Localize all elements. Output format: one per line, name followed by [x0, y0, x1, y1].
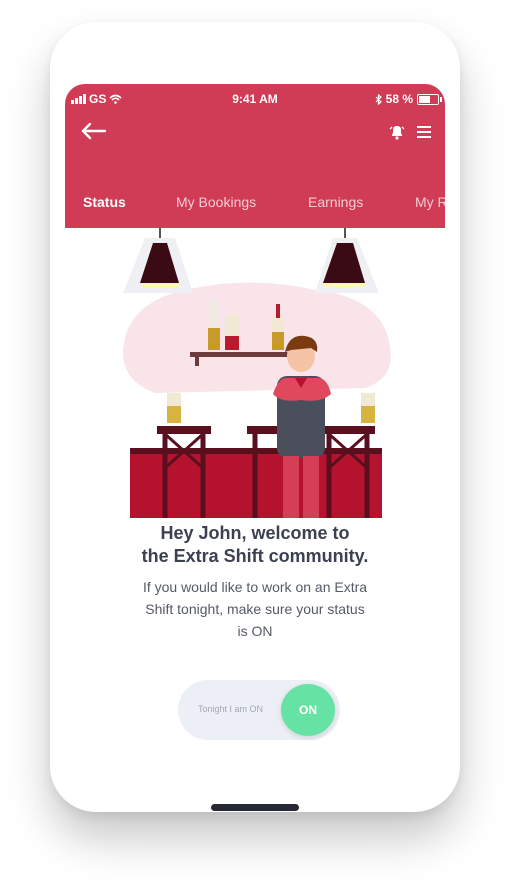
tab-status[interactable]: Status — [83, 194, 126, 210]
heading-line-2: the Extra Shift community. — [141, 546, 369, 566]
status-toggle[interactable]: Tonight I am ON ON — [178, 680, 340, 740]
tab-earnings[interactable]: Earnings — [308, 194, 363, 210]
welcome-body: If you would like to work on an Extra Sh… — [105, 576, 405, 642]
back-arrow-icon[interactable] — [79, 120, 107, 142]
toggle-label: Tonight I am ON — [198, 704, 264, 714]
bluetooth-icon — [375, 93, 382, 105]
app-header: GS 9:41 AM 58 % Status My Bookings Earni… — [65, 84, 445, 228]
body-line-1: If you would like to work on an Extra — [142, 579, 368, 595]
heading-line-1: Hey John, welcome to — [160, 523, 350, 543]
bell-icon[interactable] — [389, 124, 405, 140]
battery-icon — [417, 93, 442, 105]
body-line-3: is ON — [237, 623, 273, 639]
tab-my-r[interactable]: My R — [415, 194, 445, 210]
phone-frame: GS 9:41 AM 58 % Status My Bookings Earni… — [50, 22, 460, 812]
home-indicator[interactable] — [211, 804, 299, 811]
status-bar: GS 9:41 AM 58 % — [65, 92, 445, 108]
tab-my-bookings[interactable]: My Bookings — [176, 194, 256, 210]
welcome-heading: Hey John, welcome to the Extra Shift com… — [65, 522, 445, 568]
body-line-2: Shift tonight, make sure your status — [145, 601, 365, 617]
toggle-knob[interactable]: ON — [281, 684, 335, 736]
status-right: 58 % — [375, 92, 442, 106]
screen: GS 9:41 AM 58 % Status My Bookings Earni… — [65, 84, 445, 812]
menu-icon[interactable] — [417, 126, 431, 138]
tab-bar: Status My Bookings Earnings My R — [65, 194, 445, 214]
bartender-illustration — [123, 228, 391, 518]
battery-percent: 58 % — [385, 92, 413, 106]
